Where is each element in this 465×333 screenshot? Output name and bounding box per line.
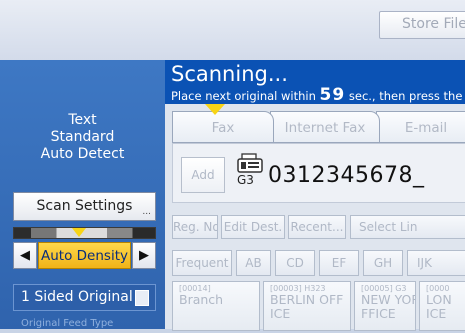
index-tab-frequent[interactable]: Frequent: [172, 250, 232, 276]
tab-internet-fax[interactable]: Internet Fax: [270, 111, 380, 143]
index-tab-cd[interactable]: CD: [275, 250, 315, 276]
destination-name: NEW YORK O: [361, 292, 415, 307]
scan-settings-label: Scan Settings: [36, 198, 133, 214]
index-tab-gh[interactable]: GH: [363, 250, 403, 276]
scanning-status-banner: Scanning... Place next original within 5…: [165, 60, 465, 105]
index-tab-ab[interactable]: AB: [236, 250, 271, 276]
add-destination-button[interactable]: Add: [181, 157, 225, 193]
arrow-right-icon: ▶: [139, 248, 149, 263]
destination-entry[interactable]: [00014] Branch: [172, 281, 260, 331]
destination-name-cont: ICE: [426, 306, 447, 321]
index-tab-ijk[interactable]: IJK: [407, 250, 465, 276]
destination-name: Branch: [179, 292, 224, 307]
line-type-label: G3: [237, 173, 254, 187]
scanning-message-prefix: Place next original within: [171, 89, 316, 103]
edit-dest-button[interactable]: Edit Dest.: [221, 215, 285, 239]
scanning-seconds: 59: [319, 85, 346, 105]
index-tab-ef[interactable]: EF: [319, 250, 359, 276]
sided-original-button[interactable]: 1 Sided Original: [13, 284, 156, 311]
scanning-message: Place next original within 59 sec., then…: [171, 85, 465, 105]
density-decrease-button[interactable]: ◀: [13, 242, 37, 269]
scanning-message-suffix: sec., then press the St: [348, 89, 465, 103]
tab-email[interactable]: E-mail: [376, 111, 465, 143]
auto-density-button[interactable]: Auto Density: [38, 242, 131, 269]
selected-tab-marker-icon: [205, 104, 225, 115]
destination-entry[interactable]: [0000 LON ICE: [419, 281, 465, 331]
fax-machine-icon: [237, 153, 263, 173]
select-line-button[interactable]: Select Lin: [350, 215, 465, 239]
scan-mode-line-size: Auto Detect: [40, 146, 125, 162]
destination-name-cont: ICE: [270, 306, 291, 321]
density-increase-button[interactable]: ▶: [132, 242, 156, 269]
destination-name-cont: FFICE: [361, 306, 396, 321]
destination-name: LON: [426, 292, 452, 307]
reg-no-button[interactable]: Reg. No.: [172, 215, 218, 239]
tab-fax[interactable]: Fax: [172, 111, 274, 143]
original-orientation-icon: [135, 290, 149, 306]
recent-button[interactable]: Recent...: [288, 215, 346, 239]
scan-settings-button[interactable]: Scan Settings ...: [13, 192, 156, 221]
sided-original-label: 1 Sided Original: [21, 289, 133, 305]
scanning-title: Scanning...: [171, 62, 288, 86]
arrow-left-icon: ◀: [20, 248, 30, 263]
more-icon: ...: [142, 207, 151, 217]
scan-mode-line-text: Text: [68, 112, 97, 128]
density-marker-icon: [72, 228, 86, 237]
destination-name: BERLIN OFF: [270, 292, 344, 307]
scan-mode-summary: Text Standard Auto Detect: [0, 60, 165, 178]
destination-entry[interactable]: [00005] G3 NEW YORK O FFICE: [354, 281, 416, 331]
original-feed-type-button[interactable]: Original Feed Type: [13, 313, 156, 333]
scan-mode-line-resolution: Standard: [50, 129, 115, 145]
destination-number-field[interactable]: 0312345678_: [268, 163, 424, 188]
store-file-button[interactable]: Store File: [379, 11, 465, 39]
destination-entry[interactable]: [00003] H323 BERLIN OFF ICE: [263, 281, 351, 331]
